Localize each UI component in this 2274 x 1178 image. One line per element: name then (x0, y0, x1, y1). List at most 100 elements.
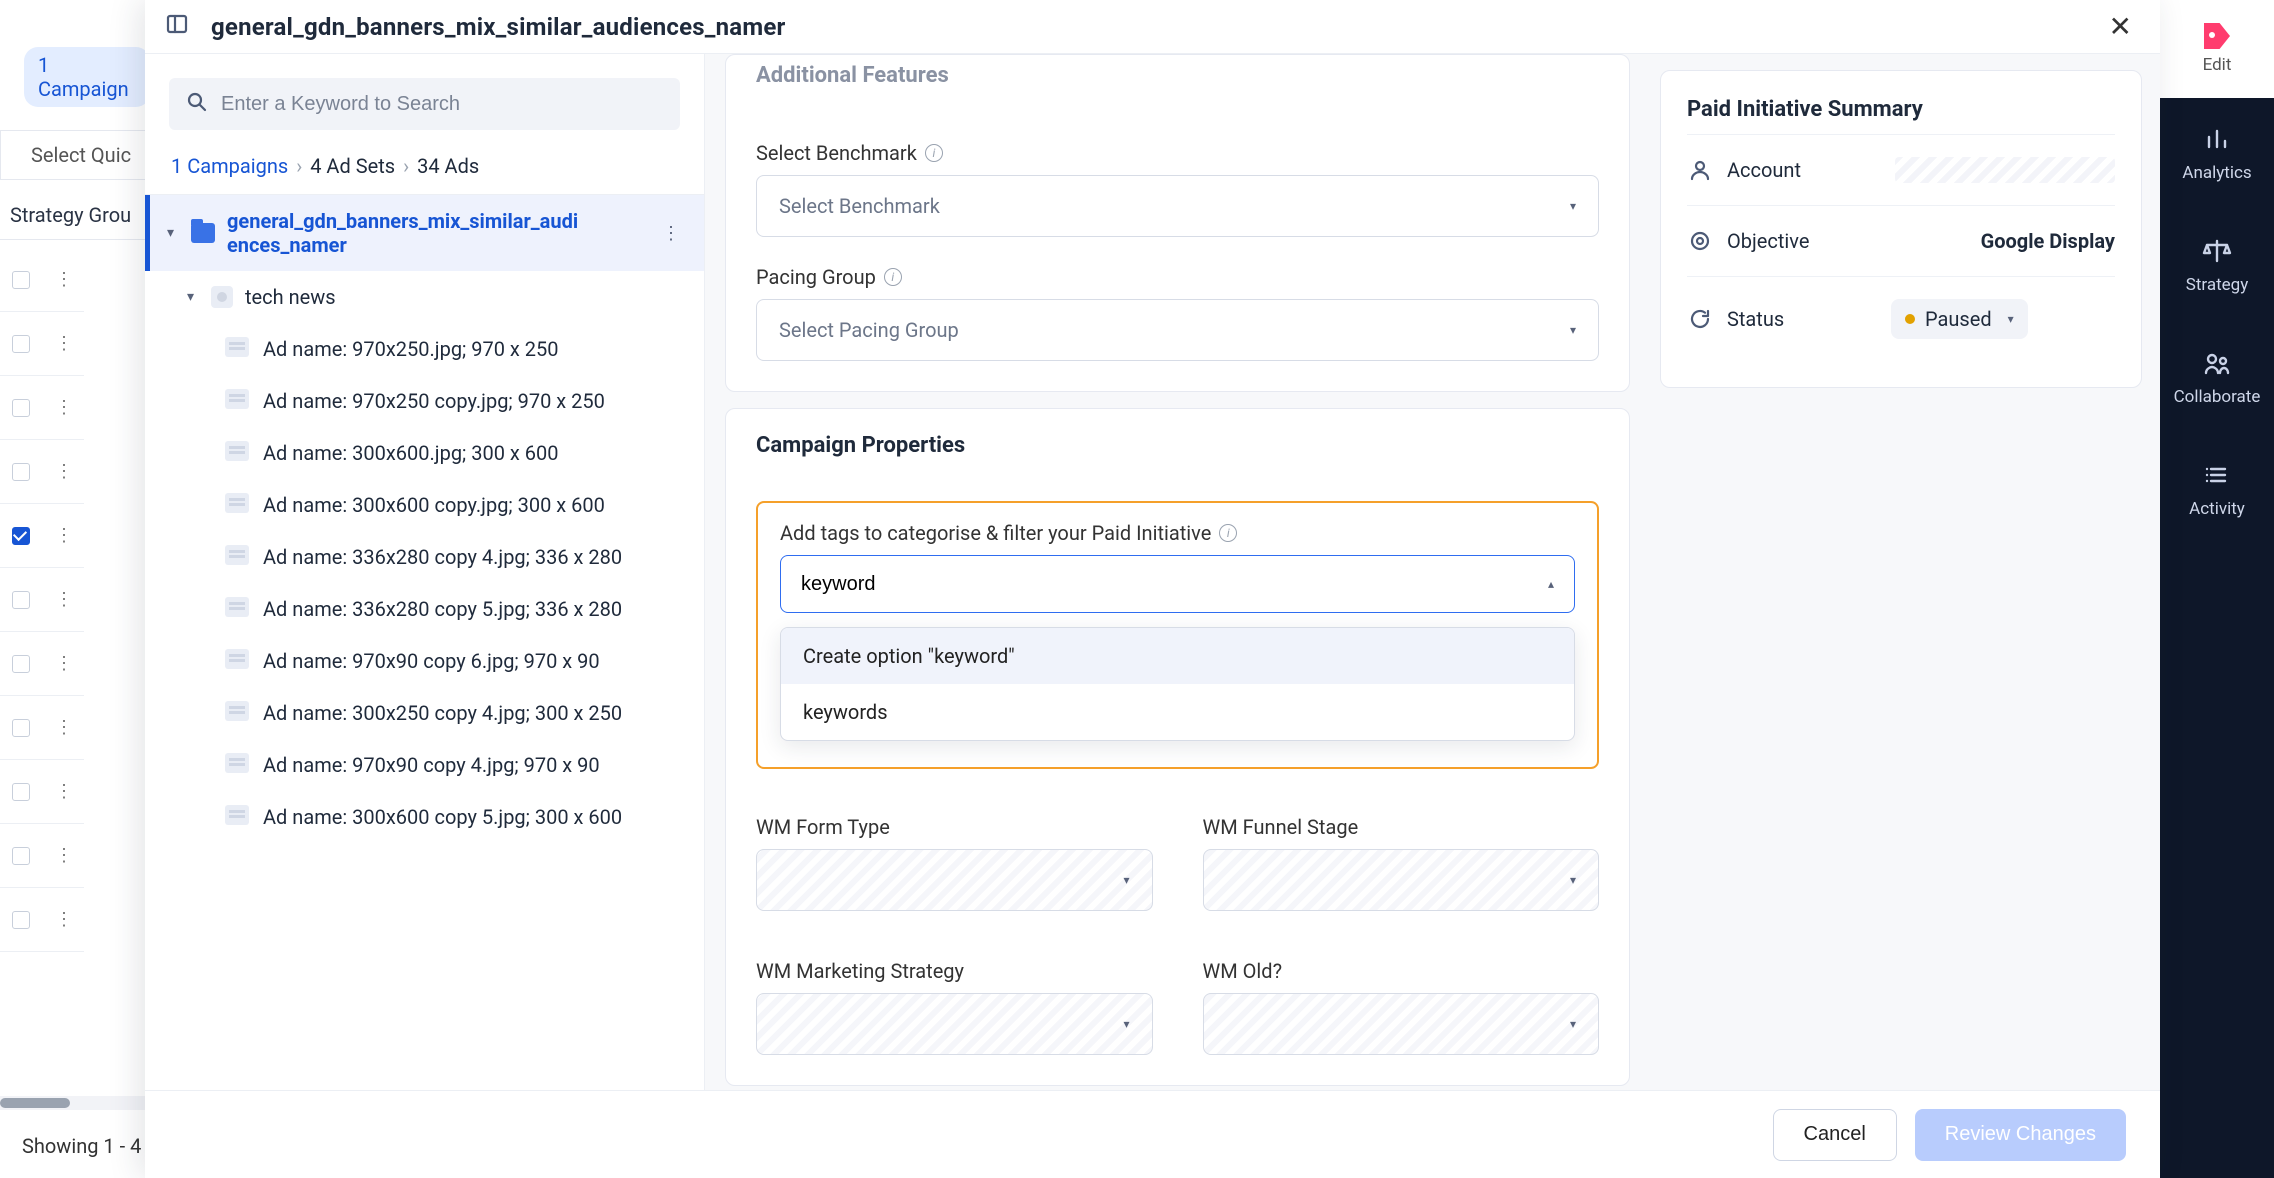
row-checkbox[interactable] (12, 719, 30, 737)
ad-icon (225, 753, 249, 773)
tags-combobox[interactable]: ▴ (780, 555, 1575, 613)
strategy-group-column: Strategy Grou (0, 190, 150, 240)
pacing-select[interactable]: Select Pacing Group ▾ (756, 299, 1599, 361)
ad-icon (225, 701, 249, 721)
row-menu-icon[interactable]: ⋮ (44, 504, 84, 568)
row-checkbox[interactable] (12, 399, 30, 417)
tree-ad-item[interactable]: Ad name: 300x600 copy.jpg; 300 x 600 (145, 479, 704, 531)
chevron-right-icon: › (296, 154, 302, 178)
tree-ad-item[interactable]: Ad name: 300x600.jpg; 300 x 600 (145, 427, 704, 479)
info-icon[interactable]: i (1219, 524, 1237, 542)
status-dot-icon (1905, 314, 1915, 324)
cancel-button[interactable]: Cancel (1773, 1109, 1897, 1161)
tree-group-item[interactable]: ▾ tech news (145, 271, 704, 323)
breadcrumb-campaigns[interactable]: 1 Campaigns (171, 154, 288, 178)
nav-collaborate[interactable]: Collaborate (2160, 322, 2274, 434)
row-menu-icon[interactable]: ⋮ (44, 696, 84, 760)
chevron-down-icon: ▾ (1123, 873, 1129, 887)
chevron-right-icon: › (403, 154, 409, 178)
info-icon[interactable]: i (884, 268, 902, 286)
row-checkbox[interactable] (12, 911, 30, 929)
row-menu-icon[interactable]: ⋮ (44, 824, 84, 888)
nav-label: Collaborate (2174, 387, 2261, 407)
row-menu-icon[interactable]: ⋮ (44, 760, 84, 824)
tree-ad-label: Ad name: 970x250.jpg; 970 x 250 (263, 337, 684, 361)
tree-ad-item[interactable]: Ad name: 970x90 copy 6.jpg; 970 x 90 (145, 635, 704, 687)
tree-ad-item[interactable]: Ad name: 336x280 copy 4.jpg; 336 x 280 (145, 531, 704, 583)
select-quick-toggle[interactable]: Select Quic (0, 130, 150, 180)
dropdown-option[interactable]: keywords (781, 684, 1574, 740)
row-menu-icon[interactable]: ⋮ (44, 248, 84, 312)
more-icon[interactable]: ⋮ (656, 219, 686, 248)
row-checkbox[interactable] (12, 655, 30, 673)
tree-ad-item[interactable]: Ad name: 300x600 copy 5.jpg; 300 x 600 (145, 791, 704, 843)
row-checkbox[interactable] (12, 271, 30, 289)
old-select[interactable]: ▾ (1203, 993, 1600, 1055)
info-icon[interactable]: i (925, 144, 943, 162)
nav-label: Analytics (2182, 163, 2251, 183)
tree-ad-label: Ad name: 336x280 copy 5.jpg; 336 x 280 (263, 597, 684, 621)
tree-ad-item[interactable]: Ad name: 970x90 copy 4.jpg; 970 x 90 (145, 739, 704, 791)
chevron-down-icon: ▾ (1123, 1017, 1129, 1031)
search-input[interactable] (221, 93, 662, 116)
row-checkbox[interactable] (12, 847, 30, 865)
form-type-label: WM Form Type (756, 815, 1153, 839)
review-changes-button[interactable]: Review Changes (1915, 1109, 2126, 1161)
funnel-stage-label: WM Funnel Stage (1203, 815, 1600, 839)
tree-ad-item[interactable]: Ad name: 336x280 copy 5.jpg; 336 x 280 (145, 583, 704, 635)
tree-ad-label: Ad name: 336x280 copy 4.jpg; 336 x 280 (263, 545, 684, 569)
benchmark-select[interactable]: Select Benchmark ▾ (756, 175, 1599, 237)
row-menu-icon[interactable]: ⋮ (44, 376, 84, 440)
row-checkbox[interactable] (12, 591, 30, 609)
row-menu-icon[interactable]: ⋮ (44, 888, 84, 952)
ad-icon (225, 441, 249, 461)
funnel-stage-select[interactable]: ▾ (1203, 849, 1600, 911)
tree-root-item[interactable]: ▾ general_gdn_banners_mix_similar_audien… (145, 195, 704, 271)
breadcrumb-adsets[interactable]: 4 Ad Sets (310, 154, 395, 178)
benchmark-label: Select Benchmark (756, 141, 917, 165)
nav-strategy[interactable]: Strategy (2160, 210, 2274, 322)
ad-icon (225, 597, 249, 617)
campaign-count-pill[interactable]: 1 Campaign (24, 47, 150, 107)
folder-icon (191, 223, 215, 243)
row-menu-icon[interactable]: ⋮ (44, 440, 84, 504)
ad-icon (225, 805, 249, 825)
tree-ad-item[interactable]: Ad name: 970x250.jpg; 970 x 250 (145, 323, 704, 375)
row-checkbox[interactable] (12, 783, 30, 801)
row-checkbox-checked[interactable] (12, 527, 30, 545)
tags-dropdown: Create option "keyword" keywords (780, 627, 1575, 741)
pacing-label: Pacing Group (756, 265, 876, 289)
marketing-strategy-select[interactable]: ▾ (756, 993, 1153, 1055)
form-type-select[interactable]: ▾ (756, 849, 1153, 911)
bar-chart-icon (2203, 125, 2231, 153)
tree-ad-item[interactable]: Ad name: 300x250 copy 4.jpg; 300 x 250 (145, 687, 704, 739)
old-label: WM Old? (1203, 959, 1600, 983)
row-menu-icon[interactable]: ⋮ (44, 568, 84, 632)
tree-ad-label: Ad name: 970x250 copy.jpg; 970 x 250 (263, 389, 684, 413)
tree-root-label: general_gdn_banners_mix_similar_audience… (227, 209, 587, 257)
row-menu-icon[interactable]: ⋮ (44, 632, 84, 696)
close-icon[interactable]: ✕ (2101, 6, 2140, 47)
additional-features-card: Additional Features Select Benchmark i S… (725, 54, 1630, 392)
tags-input[interactable] (801, 573, 1548, 596)
account-value-skeleton (1895, 157, 2115, 183)
panel-toggle-icon[interactable] (165, 12, 189, 41)
tree-ad-label: Ad name: 300x250 copy 4.jpg; 300 x 250 (263, 701, 684, 725)
row-checkbox[interactable] (12, 335, 30, 353)
card-heading: Additional Features (726, 55, 1629, 113)
ad-icon (225, 389, 249, 409)
person-icon (1687, 157, 1713, 183)
breadcrumb-ads[interactable]: 34 Ads (417, 154, 479, 178)
status-badge[interactable]: Paused ▾ (1891, 299, 2028, 339)
nav-analytics[interactable]: Analytics (2160, 98, 2274, 210)
people-icon (2202, 349, 2232, 377)
ad-icon (225, 649, 249, 669)
dropdown-create-option[interactable]: Create option "keyword" (781, 628, 1574, 684)
search-box[interactable] (169, 78, 680, 130)
edit-rail-button[interactable]: Edit (2203, 0, 2232, 98)
chevron-down-icon: ▾ (1570, 323, 1576, 337)
nav-activity[interactable]: Activity (2160, 434, 2274, 546)
tree-ad-item[interactable]: Ad name: 970x250 copy.jpg; 970 x 250 (145, 375, 704, 427)
row-checkbox[interactable] (12, 463, 30, 481)
row-menu-icon[interactable]: ⋮ (44, 312, 84, 376)
